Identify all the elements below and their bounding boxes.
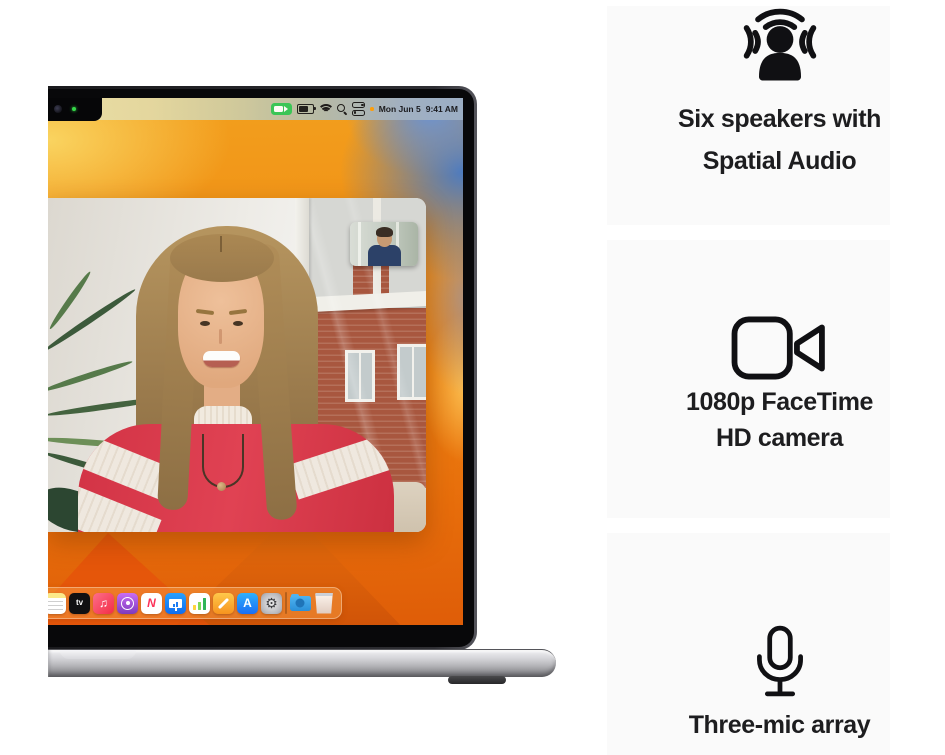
wifi-icon[interactable] — [319, 104, 332, 114]
control-center-icon[interactable] — [352, 102, 365, 116]
pip-window-frame — [358, 222, 361, 266]
camera-glyph — [284, 106, 288, 112]
feature-card-mic: Three-mic array — [607, 533, 890, 755]
dock-icon-app-store[interactable]: A — [237, 593, 258, 614]
plant-leaf — [48, 287, 137, 353]
menu-bar-status-area: Mon Jun 5 9:41 AM — [271, 98, 458, 120]
dock-divider — [285, 592, 287, 614]
laptop-foot — [448, 676, 506, 684]
dock-icon-numbers[interactable] — [189, 593, 210, 614]
clock-time: 9:41 AM — [426, 104, 458, 114]
caller-smile — [203, 351, 240, 367]
necklace-pendant — [217, 482, 226, 491]
feature-title-line: Six speakers with — [678, 104, 881, 134]
dock-icon-keynote[interactable] — [165, 593, 186, 614]
dock: tv ♫ N — [48, 587, 342, 619]
feature-title-line: Spatial Audio — [703, 146, 857, 176]
dock-icon-tv[interactable]: tv — [69, 593, 90, 614]
dock-icon-system-settings[interactable]: ⚙ — [261, 593, 282, 614]
sweater-stripe — [288, 424, 394, 499]
camera-notch — [48, 98, 102, 121]
pip-person-hair — [376, 227, 393, 237]
camera-glyph — [274, 106, 283, 112]
self-view-pip[interactable] — [350, 222, 418, 266]
feature-title-line: Three-mic array — [689, 710, 871, 740]
plant-leaf — [48, 359, 133, 394]
dock-icon-podcasts[interactable] — [117, 593, 138, 614]
macos-display: Mon Jun 5 9:41 AM — [48, 98, 463, 625]
caller-eye — [233, 321, 243, 326]
dock-icon-trash[interactable] — [314, 593, 335, 614]
feature-title-line: 1080p FaceTime — [686, 387, 873, 417]
facetime-active-indicator-icon[interactable] — [271, 103, 292, 115]
dock-icon-notes[interactable] — [48, 593, 66, 614]
caller-hair-crown — [170, 234, 274, 282]
marketing-page: Mon Jun 5 9:41 AM — [0, 0, 945, 755]
pip-person-body — [368, 245, 401, 266]
spatial-audio-icon — [733, 8, 827, 92]
feature-title-line: HD camera — [716, 423, 843, 453]
mic-indicator-dot — [370, 107, 374, 111]
feature-card-speakers: Six speakers with Spatial Audio — [607, 6, 890, 225]
dock-icon-music[interactable]: ♫ — [93, 593, 114, 614]
menu-bar: Mon Jun 5 9:41 AM — [48, 98, 463, 120]
dock-icon-pages[interactable] — [213, 593, 234, 614]
dock-icon-downloads-folder[interactable] — [290, 593, 311, 614]
battery-icon[interactable] — [297, 104, 314, 114]
dock-icon-news[interactable]: N — [141, 593, 162, 614]
battery-fill — [299, 106, 308, 112]
lid-scoop — [60, 650, 136, 659]
caller-nose — [219, 329, 222, 344]
webcam-lens — [54, 105, 62, 113]
laptop-base — [48, 649, 556, 677]
caller-eye — [200, 321, 210, 326]
facetime-hd-camera-icon — [730, 315, 830, 381]
spotlight-search-icon[interactable] — [337, 104, 347, 114]
three-mic-array-icon — [751, 625, 809, 701]
hair-part-line — [220, 236, 222, 252]
caller-necklace — [202, 434, 244, 488]
camera-active-led — [72, 107, 76, 111]
menu-bar-clock[interactable]: Mon Jun 5 9:41 AM — [379, 104, 458, 114]
laptop-screen: Mon Jun 5 9:41 AM — [48, 86, 477, 650]
battery-nub — [314, 107, 316, 110]
feature-card-camera: 1080p FaceTime HD camera — [607, 240, 890, 518]
clock-date: Mon Jun 5 — [379, 104, 421, 114]
facetime-window — [48, 198, 426, 532]
macbook-air-photo: Mon Jun 5 9:41 AM — [48, 86, 556, 686]
